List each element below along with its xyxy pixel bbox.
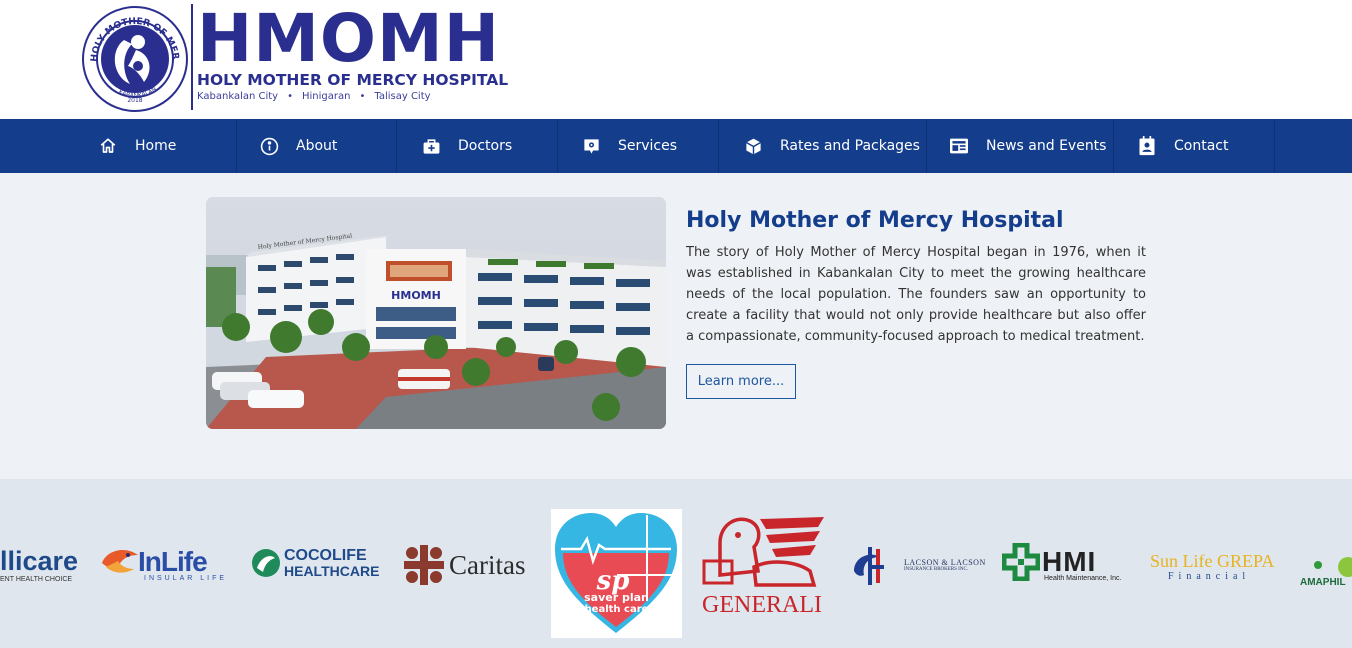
location-kabankalan: Kabankalan City bbox=[197, 91, 279, 102]
home-icon bbox=[98, 136, 118, 156]
caritas-cross-icon bbox=[404, 545, 444, 585]
hospital-seal-logo: HOLY MOTHER OF MERCY HOSPITAL KABANKALAN… bbox=[76, 0, 190, 114]
intellicare-wordmark: llicare bbox=[0, 546, 79, 576]
nav-label-news: News and Events bbox=[986, 138, 1107, 154]
partner-logo-sunlife-grepa[interactable]: Sun Life GREPA Financial bbox=[1150, 551, 1282, 582]
nav-item-contact[interactable]: Contact bbox=[1137, 119, 1228, 173]
cocolife-leaf-icon bbox=[252, 549, 280, 577]
services-icon bbox=[581, 136, 601, 156]
partner-logo-saverplan[interactable]: sp saver plan health care bbox=[551, 509, 682, 638]
hmi-cross-icon bbox=[1002, 543, 1040, 581]
nav-item-doctors[interactable]: Doctors bbox=[421, 119, 512, 173]
nav-label-about: About bbox=[296, 138, 338, 154]
partner-logo-inlife[interactable]: InLife INSULAR LIFE bbox=[100, 545, 234, 582]
nav-item-services[interactable]: Services bbox=[581, 119, 677, 173]
nav-label-contact: Contact bbox=[1174, 138, 1229, 154]
hospital-photo: Holy Mother of Mercy Hospital HMOMH bbox=[206, 197, 666, 429]
saverplan-tagline: health care bbox=[584, 604, 649, 615]
info-icon bbox=[259, 136, 279, 156]
main-nav: Home About Doctors Services Rates and Pa… bbox=[0, 119, 1352, 173]
nav-divider bbox=[926, 119, 927, 173]
nav-divider bbox=[718, 119, 719, 173]
saverplan-wordmark: saver plan bbox=[584, 591, 649, 604]
logo-divider bbox=[191, 4, 193, 110]
nav-item-home[interactable]: Home bbox=[98, 119, 176, 173]
inlife-wordmark: InLife bbox=[138, 546, 208, 577]
location-hinigaran: Hinigaran bbox=[302, 91, 351, 102]
amaphil-leaf-icon bbox=[1314, 557, 1352, 577]
medical-bag-icon bbox=[421, 136, 441, 156]
intellicare-tagline: ENT HEALTH CHOICE bbox=[0, 576, 73, 583]
nav-label-rates: Rates and Packages bbox=[780, 138, 920, 154]
saverplan-heart-icon: sp bbox=[555, 513, 677, 633]
site-logo[interactable]: HOLY MOTHER OF MERCY HOSPITAL KABANKALAN… bbox=[76, 0, 509, 114]
seal-year-text: 2018 bbox=[127, 97, 142, 104]
nav-divider bbox=[236, 119, 237, 173]
partner-logo-generali[interactable]: GENERALI bbox=[700, 513, 832, 619]
nav-divider bbox=[1113, 119, 1114, 173]
about-section: Holy Mother of Mercy Hospital HMOMH Holy… bbox=[0, 173, 1352, 479]
lacson-wordmark: LACSON & LACSON bbox=[904, 558, 986, 567]
nav-label-home: Home bbox=[135, 138, 177, 154]
about-content: Holy Mother of Mercy Hospital The story … bbox=[686, 207, 1146, 347]
sunlife-wordmark: Sun Life GREPA bbox=[1150, 551, 1275, 571]
amaphil-wordmark: AMAPHIL bbox=[1300, 577, 1346, 588]
generali-lion-icon bbox=[702, 517, 824, 587]
partner-logo-amaphil[interactable]: AMAPHIL bbox=[1300, 555, 1352, 588]
hmi-tagline: Health Maintenance, Inc. bbox=[1044, 575, 1122, 582]
cocolife-healthcare: HEALTHCARE bbox=[284, 563, 380, 579]
inlife-bird-icon bbox=[102, 549, 138, 573]
partner-logo-cocolife[interactable]: COCOLIFE HEALTHCARE bbox=[251, 547, 383, 579]
nav-label-doctors: Doctors bbox=[458, 138, 513, 154]
nav-divider bbox=[396, 119, 397, 173]
generali-wordmark: GENERALI bbox=[702, 592, 822, 618]
hmi-wordmark: HMI bbox=[1042, 546, 1097, 577]
partner-logo-intellicare[interactable]: llicare ENT HEALTH CHOICE bbox=[0, 547, 82, 583]
brand-acronym: HMOMH bbox=[197, 0, 500, 77]
lacson-tagline: INSURANCE BROKERS INC. bbox=[904, 567, 969, 572]
nav-divider bbox=[1274, 119, 1275, 173]
location-talisay: Talisay City bbox=[374, 91, 431, 102]
about-title: Holy Mother of Mercy Hospital bbox=[686, 208, 1064, 233]
photo-front-sign: HMOMH bbox=[391, 289, 441, 302]
nav-item-news[interactable]: News and Events bbox=[949, 119, 1106, 173]
brand-full-name: HOLY MOTHER OF MERCY HOSPITAL bbox=[197, 71, 509, 89]
nav-label-services: Services bbox=[618, 138, 678, 154]
contact-icon bbox=[1137, 136, 1157, 156]
site-header: HOLY MOTHER OF MERCY HOSPITAL KABANKALAN… bbox=[0, 0, 1352, 119]
partner-logo-lacson[interactable]: LACSON & LACSON INSURANCE BROKERS INC. bbox=[850, 543, 986, 587]
partner-logo-hmi[interactable]: HMI Health Maintenance, Inc. bbox=[1002, 543, 1134, 582]
package-icon bbox=[743, 136, 763, 156]
newspaper-icon bbox=[949, 136, 969, 156]
inlife-tagline: INSULAR LIFE bbox=[144, 575, 228, 582]
nav-item-rates[interactable]: Rates and Packages bbox=[743, 119, 920, 173]
sunlife-tagline: Financial bbox=[1168, 571, 1251, 582]
nav-item-about[interactable]: About bbox=[259, 119, 337, 173]
lacson-emblem-icon bbox=[854, 547, 884, 585]
caritas-wordmark: Caritas bbox=[449, 549, 526, 580]
partner-logo-caritas[interactable]: Caritas bbox=[402, 543, 532, 587]
nav-divider bbox=[557, 119, 558, 173]
learn-more-button[interactable]: Learn more... bbox=[686, 364, 796, 399]
brand-locations: Kabankalan City • Hinigaran • Talisay City bbox=[197, 91, 431, 102]
partners-carousel: llicare ENT HEALTH CHOICE InLife INSULAR… bbox=[0, 479, 1352, 648]
about-body: The story of Holy Mother of Mercy Hospit… bbox=[686, 245, 1146, 344]
cocolife-wordmark: COCOLIFE bbox=[284, 547, 367, 564]
